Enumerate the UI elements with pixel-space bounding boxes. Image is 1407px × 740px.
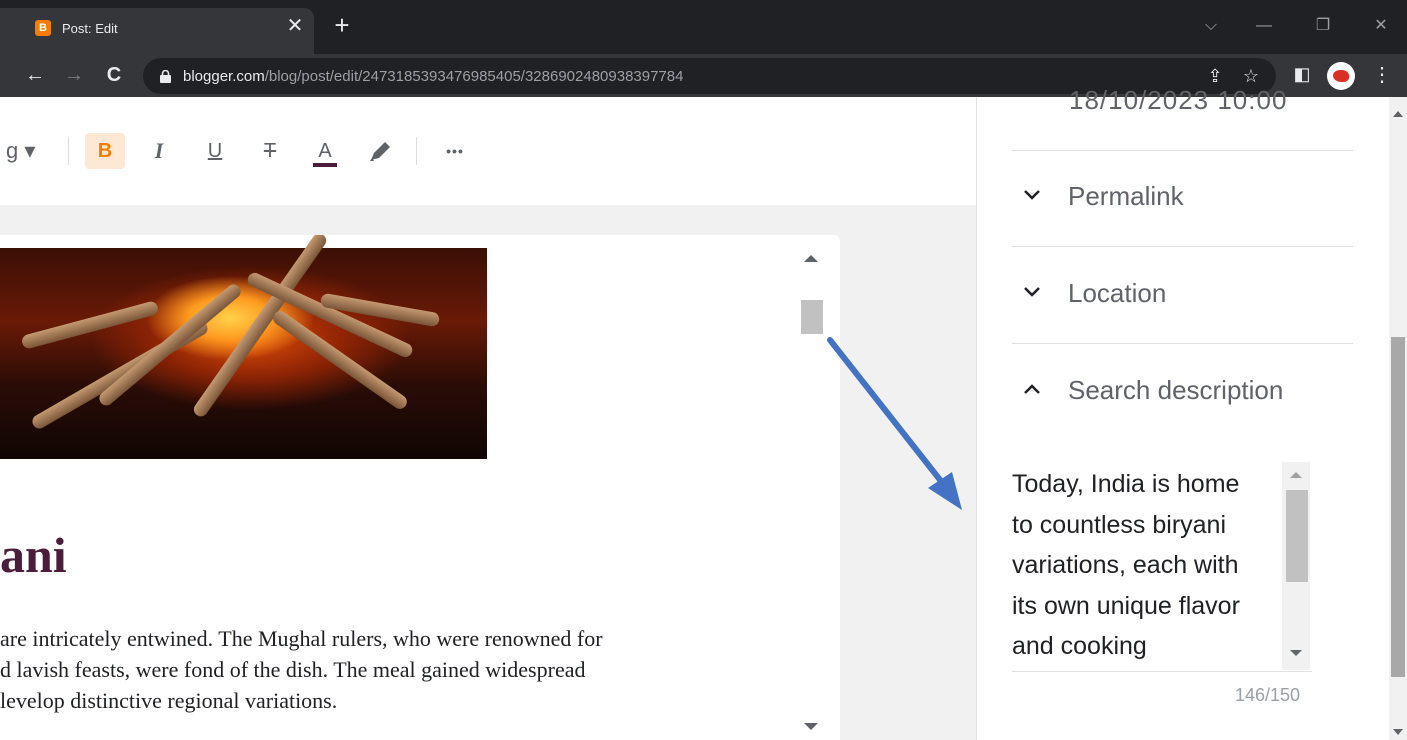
toolbar-divider <box>68 137 69 165</box>
search-description-line: its own unique flavor <box>1012 591 1240 620</box>
back-button[interactable]: ← <box>22 62 48 88</box>
search-description-textarea[interactable]: Today, India is home to countless biryan… <box>1012 462 1312 672</box>
side-panel-icon[interactable]: ◧ <box>1290 62 1314 86</box>
scroll-up-arrow-icon[interactable] <box>1393 111 1403 117</box>
scroll-thumb[interactable] <box>1286 490 1308 582</box>
strikethrough-button[interactable]: T <box>250 133 290 169</box>
window-close-button[interactable]: ✕ <box>1367 12 1395 40</box>
editor-page[interactable]: ani are intricately entwined. The Mughal… <box>0 235 840 740</box>
log-shape <box>20 300 160 350</box>
post-body-line: d lavish feasts, were fond of the dish. … <box>0 657 586 682</box>
section-label-search-description: Search description <box>1068 375 1284 405</box>
scroll-down-arrow-icon[interactable] <box>1290 650 1302 656</box>
search-description-line: to countless biryani <box>1012 510 1227 539</box>
url-path: /blog/post/edit/2473185393476985405/3286… <box>264 68 684 85</box>
forward-button[interactable]: → <box>61 62 87 88</box>
tab-search-icon[interactable]: ⌵ <box>1197 12 1225 40</box>
location-section-header[interactable]: Location <box>1012 264 1353 324</box>
restore-button[interactable]: ❐ <box>1309 12 1337 40</box>
blogger-favicon-icon: B <box>35 20 51 36</box>
panel-divider <box>1012 150 1353 151</box>
text-color-swatch <box>313 163 337 167</box>
url-host: blogger.com <box>183 68 265 85</box>
panel-divider <box>1012 343 1353 344</box>
more-options-button[interactable]: ••• <box>435 133 475 169</box>
publish-date[interactable]: 18/10/2023 10:00 <box>1069 85 1287 116</box>
browser-menu-icon[interactable]: ⋮ <box>1372 62 1392 88</box>
search-description-section-header[interactable]: Search description <box>1012 361 1353 421</box>
character-counter: 146/150 <box>1235 685 1301 705</box>
scroll-up-arrow-icon[interactable] <box>1290 472 1302 478</box>
underline-button[interactable]: U <box>195 133 235 169</box>
url-text: blogger.com/blog/post/edit/2473185393476… <box>183 68 683 85</box>
tab-title: Post: Edit <box>62 21 118 36</box>
text-color-letter: A <box>318 140 332 162</box>
post-body[interactable]: are intricately entwined. The Mughal rul… <box>0 623 783 716</box>
browser-tab[interactable]: B Post: Edit ✕ <box>0 8 314 54</box>
search-description-line: variations, each with <box>1012 551 1239 579</box>
chevron-down-icon <box>1020 185 1044 209</box>
tab-close-icon[interactable]: ✕ <box>284 15 306 37</box>
font-style-dropdown[interactable]: g ▾ <box>0 133 35 169</box>
panel-divider <box>1012 246 1353 247</box>
italic-button[interactable]: I <box>139 133 179 169</box>
profile-avatar[interactable] <box>1327 62 1355 90</box>
permalink-section-header[interactable]: Permalink <box>1012 167 1353 227</box>
editor-toolbar: g ▾ B I U T A ••• <box>0 97 976 205</box>
post-body-line: levelop distinctive regional variations. <box>0 688 338 713</box>
search-description-text[interactable]: Today, India is home to countless biryan… <box>1012 464 1278 670</box>
chevron-down-icon <box>1020 282 1044 306</box>
scroll-thumb[interactable] <box>801 300 823 334</box>
search-description-scrollbar[interactable] <box>1282 462 1310 670</box>
scroll-up-arrow-icon[interactable] <box>804 255 818 262</box>
scroll-down-arrow-icon[interactable] <box>1393 729 1403 735</box>
marker-icon <box>370 142 390 161</box>
scroll-thumb[interactable] <box>1391 337 1405 677</box>
section-label-permalink: Permalink <box>1068 181 1184 211</box>
post-settings-panel: 18/10/2023 10:00 Permalink Location Sear… <box>976 85 1407 740</box>
bold-button[interactable]: B <box>85 133 125 169</box>
post-image-fire[interactable] <box>0 235 487 459</box>
search-description-line: Today, India is home <box>1012 470 1240 498</box>
panel-scrollbar[interactable] <box>1389 97 1407 740</box>
chevron-up-icon <box>1020 379 1044 403</box>
lock-icon <box>160 70 171 83</box>
post-heading[interactable]: ani <box>0 525 67 585</box>
post-body-line: are intricately entwined. The Mughal rul… <box>0 626 603 651</box>
new-tab-button[interactable]: + <box>330 12 354 38</box>
highlight-marker-icon[interactable] <box>360 133 400 169</box>
toolbar-divider <box>416 137 417 165</box>
browser-titlebar: B Post: Edit ✕ + ⌵ — ❐ ✕ <box>0 0 1407 54</box>
reload-button[interactable]: C <box>101 62 127 88</box>
text-color-button[interactable]: A <box>305 133 345 169</box>
annotation-arrow-icon <box>827 337 962 510</box>
log-shape <box>191 235 329 420</box>
section-label-location: Location <box>1068 278 1167 308</box>
minimize-button[interactable]: — <box>1250 12 1278 40</box>
search-description-line: and cooking <box>1012 632 1147 660</box>
scroll-down-arrow-icon[interactable] <box>804 723 818 730</box>
